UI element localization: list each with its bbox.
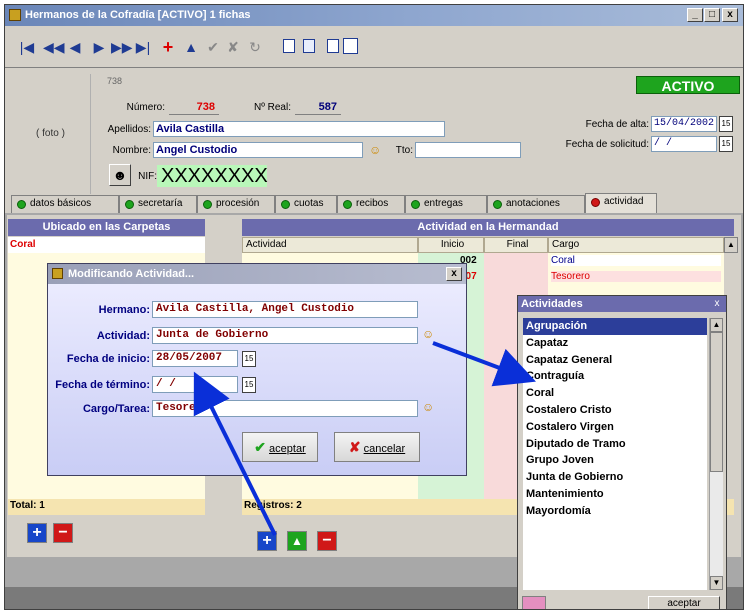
main-window: Hermanos de la Cofradía [ACTIVO] 1 ficha… (4, 4, 744, 610)
annotation-arrows (193, 341, 536, 536)
arrow-to-list (432, 341, 536, 387)
arrow-to-date (193, 371, 277, 536)
